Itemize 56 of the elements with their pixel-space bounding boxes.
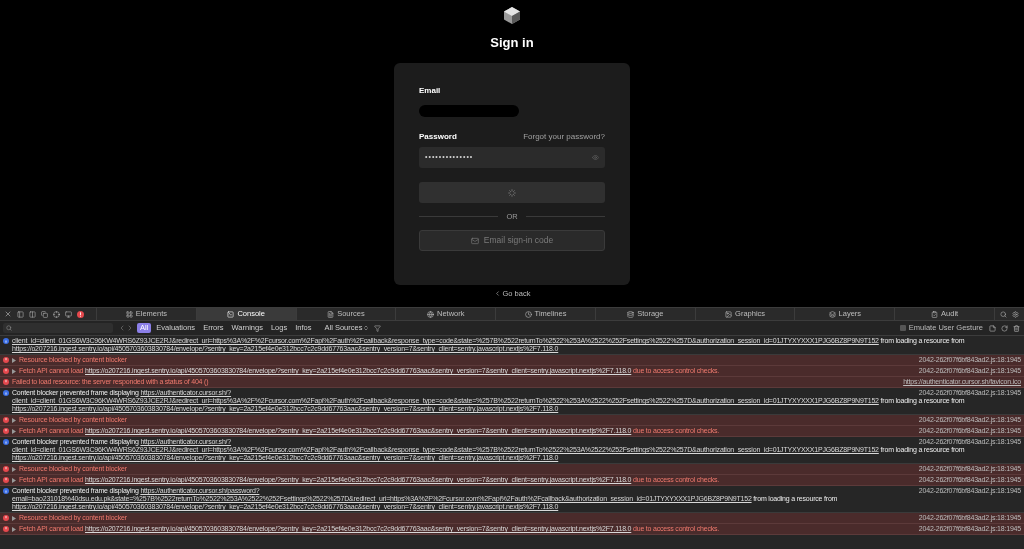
cube-logo-icon [504, 7, 520, 24]
terminal-icon [227, 310, 235, 318]
forgot-password-link[interactable]: Forgot your password? [523, 131, 605, 143]
clock-icon [524, 310, 532, 318]
reload-icon[interactable] [1001, 324, 1008, 332]
chevron-left-icon [493, 290, 501, 298]
window-icon[interactable] [41, 310, 48, 318]
error-icon [3, 466, 9, 472]
error-icon [3, 526, 9, 532]
error-icon [3, 357, 9, 363]
info-icon [3, 488, 9, 494]
field-label: Email [419, 85, 442, 97]
up-down-chevron-icon [363, 325, 370, 331]
monitor-icon[interactable] [65, 310, 72, 318]
mail-icon [470, 236, 479, 245]
disclosure-triangle-icon[interactable] [12, 466, 16, 472]
disclosure-triangle-icon[interactable] [12, 357, 16, 363]
disclosure-triangle-icon[interactable] [12, 477, 16, 483]
error-icon[interactable] [77, 310, 84, 318]
filter-icon[interactable] [374, 324, 382, 332]
forward-icon[interactable] [126, 324, 134, 332]
search-icon[interactable] [1000, 310, 1007, 318]
info-icon [3, 439, 9, 445]
filter-field[interactable] [3, 323, 113, 333]
dock-icon[interactable] [17, 310, 24, 318]
disclosure-triangle-icon[interactable] [12, 526, 16, 532]
search-icon [6, 325, 12, 331]
disclosure-triangle-icon[interactable] [12, 428, 16, 434]
grid-icon [125, 310, 133, 318]
globe-icon [426, 310, 434, 318]
error-icon [3, 417, 9, 423]
error-icon [3, 428, 9, 434]
disclosure-triangle-icon[interactable] [12, 417, 16, 423]
trash-icon[interactable] [1013, 324, 1020, 332]
settings-icon[interactable] [1012, 310, 1019, 318]
note-icon[interactable] [989, 324, 996, 332]
layers-icon [828, 310, 836, 318]
info-icon [3, 390, 9, 396]
spinner-icon [508, 188, 516, 197]
disclosure-triangle-icon[interactable] [12, 368, 16, 374]
info-icon [3, 338, 9, 344]
error-icon [3, 379, 9, 385]
error-icon [3, 368, 9, 374]
disclosure-triangle-icon[interactable] [12, 515, 16, 521]
split-icon[interactable] [29, 310, 36, 318]
document-icon [327, 310, 335, 318]
field-label: Password [419, 131, 457, 143]
database-icon [627, 310, 635, 318]
clipboard-check-icon [931, 310, 939, 318]
error-icon [3, 477, 9, 483]
crosshair-icon[interactable] [53, 310, 60, 318]
page-title: Sign in [490, 36, 534, 49]
image-icon [725, 310, 733, 318]
back-icon[interactable] [118, 324, 126, 332]
close-icon[interactable] [4, 310, 12, 318]
error-icon [3, 515, 9, 521]
